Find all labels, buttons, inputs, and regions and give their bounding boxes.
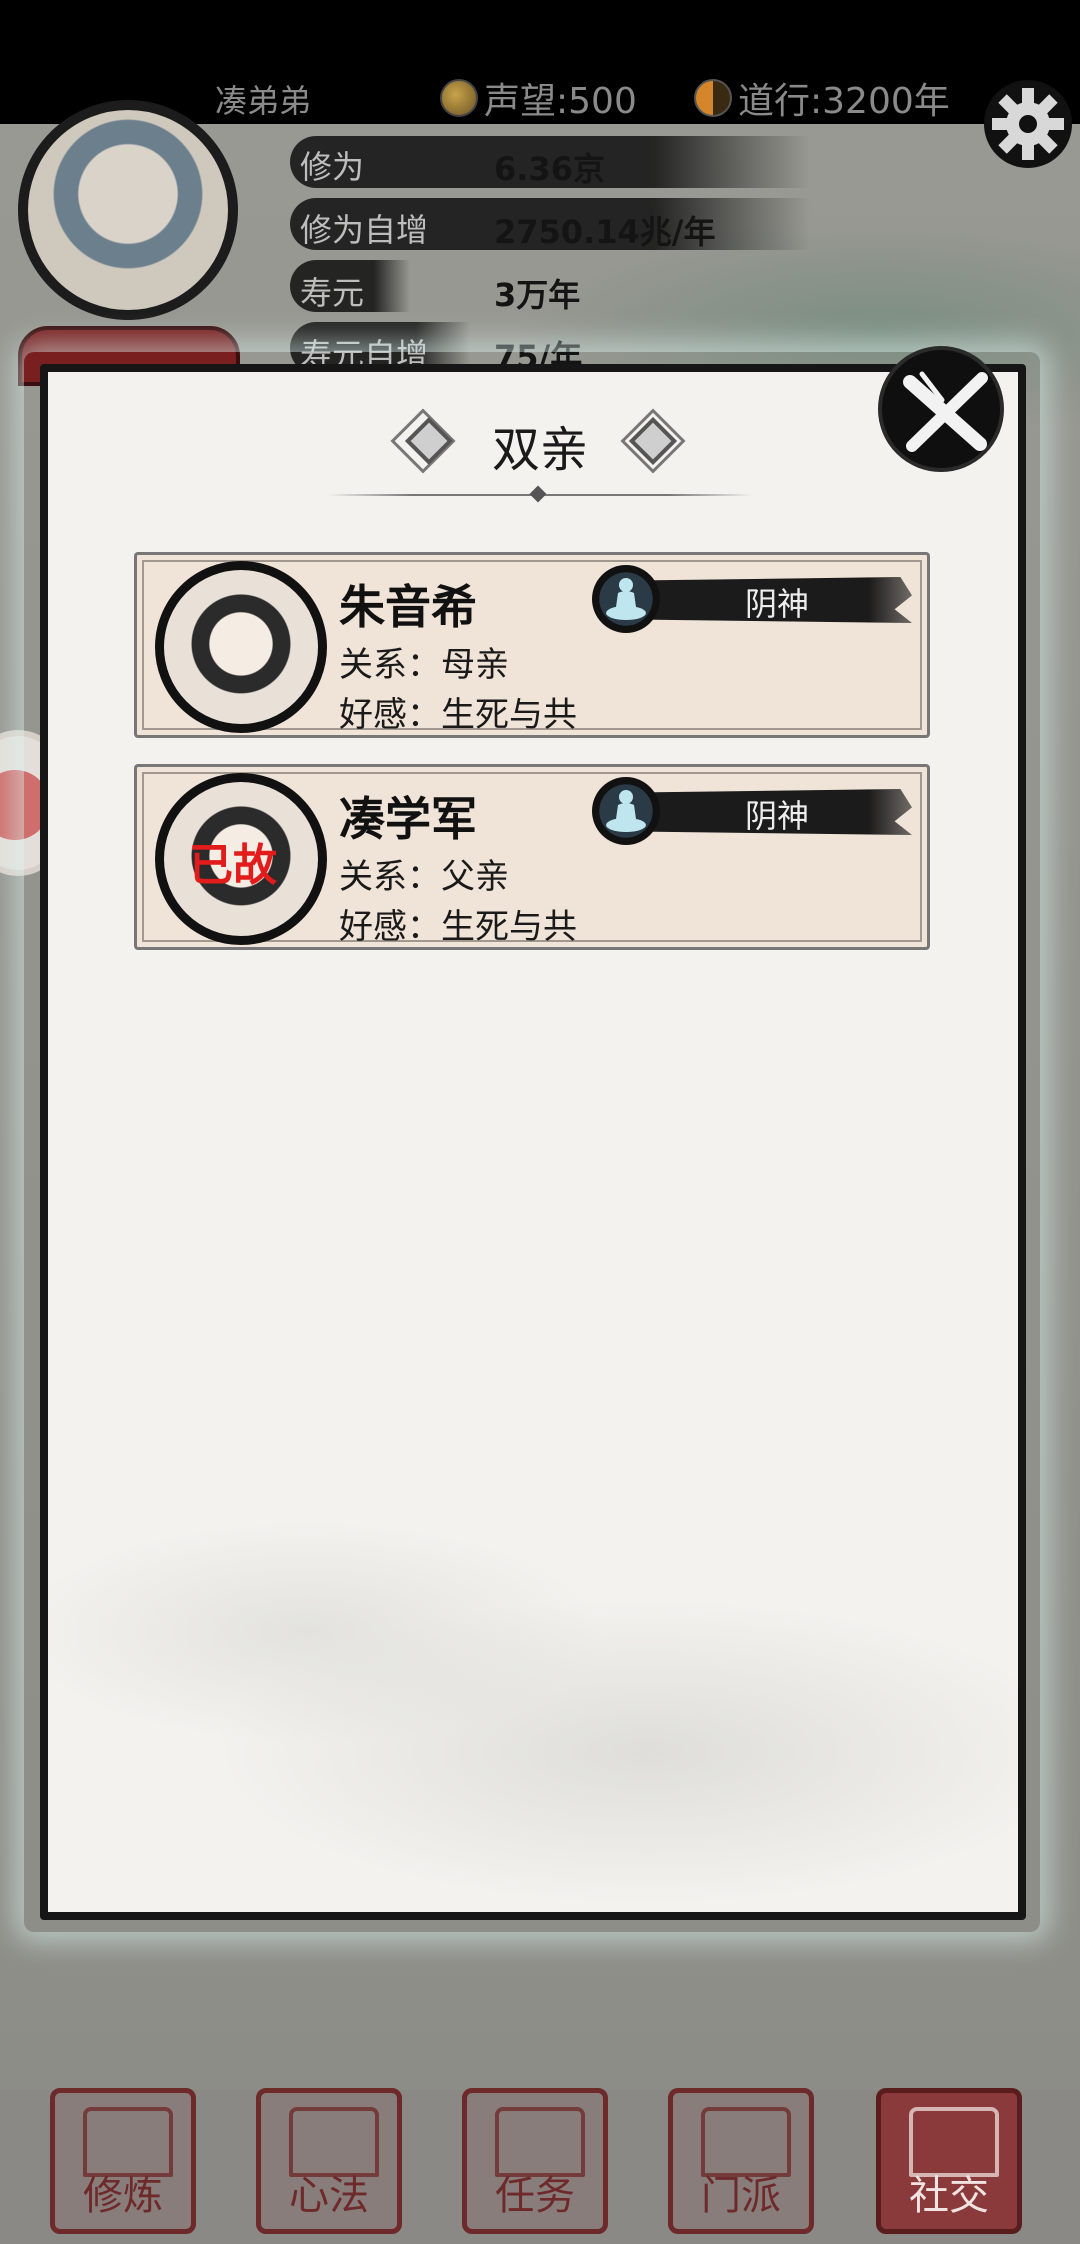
nav-tab-quest[interactable]: 任务 xyxy=(462,2088,608,2234)
member-card[interactable]: 已故 凑学军 关系：父亲 好感：生死与共 阴神 xyxy=(134,764,930,950)
realm-badge: 阴神 xyxy=(592,777,912,845)
reputation-text: 声望:500 xyxy=(484,81,637,122)
nav-tab-label: 门派 xyxy=(701,2173,781,2219)
attr-label: 修为自增 xyxy=(300,211,429,249)
attr-label: 寿元 xyxy=(300,274,365,312)
nav-tab-method[interactable]: 心法 xyxy=(256,2088,402,2234)
member-avatar xyxy=(155,561,327,733)
gear-icon[interactable] xyxy=(982,78,1074,170)
meditation-icon xyxy=(592,777,660,845)
close-icon xyxy=(903,371,988,452)
close-button[interactable] xyxy=(878,346,1004,472)
nav-tab-cultivate[interactable]: 修炼 xyxy=(50,2088,196,2234)
member-relation: 关系：父亲 xyxy=(339,857,509,897)
nav-tab-label: 任务 xyxy=(495,2173,575,2219)
nav-tab-label: 社交 xyxy=(909,2173,989,2219)
member-affinity: 好感：生死与共 xyxy=(339,695,577,735)
nav-tab-label: 心法 xyxy=(289,2173,369,2219)
realm-label: 阴神 xyxy=(744,797,809,835)
taiji-icon xyxy=(694,79,732,117)
realm-badge: 阴神 xyxy=(592,565,912,633)
member-name: 凑学军 xyxy=(339,792,477,846)
daoxing-stat: 道行:3200年 xyxy=(694,72,950,124)
member-card[interactable]: 朱音希 关系：母亲 好感：生死与共 阴神 xyxy=(134,552,930,738)
attr-value: 6.36京 xyxy=(494,150,605,188)
nav-tab-sect[interactable]: 门派 xyxy=(668,2088,814,2234)
daoxing-text: 道行:3200年 xyxy=(738,81,950,122)
realm-label: 阴神 xyxy=(744,585,809,623)
player-avatar[interactable] xyxy=(18,100,238,320)
meditation-icon xyxy=(592,565,660,633)
member-affinity: 好感：生死与共 xyxy=(339,907,577,947)
reputation-stat: 声望:500 xyxy=(440,72,637,124)
player-name: 凑弟弟 xyxy=(215,82,312,120)
nav-tab-social[interactable]: 社交 xyxy=(876,2088,1022,2234)
attr-label: 修为 xyxy=(300,148,365,186)
deceased-badge: 已故 xyxy=(189,840,277,891)
nav-tab-label: 修炼 xyxy=(83,2173,163,2219)
member-name: 朱音希 xyxy=(339,580,477,634)
coin-icon xyxy=(440,79,478,117)
member-relation: 关系：母亲 xyxy=(339,645,509,685)
dialog-title: 双亲 xyxy=(491,422,588,478)
attr-value: 3万年 xyxy=(494,276,581,314)
attr-value: 2750.14兆/年 xyxy=(494,213,716,251)
